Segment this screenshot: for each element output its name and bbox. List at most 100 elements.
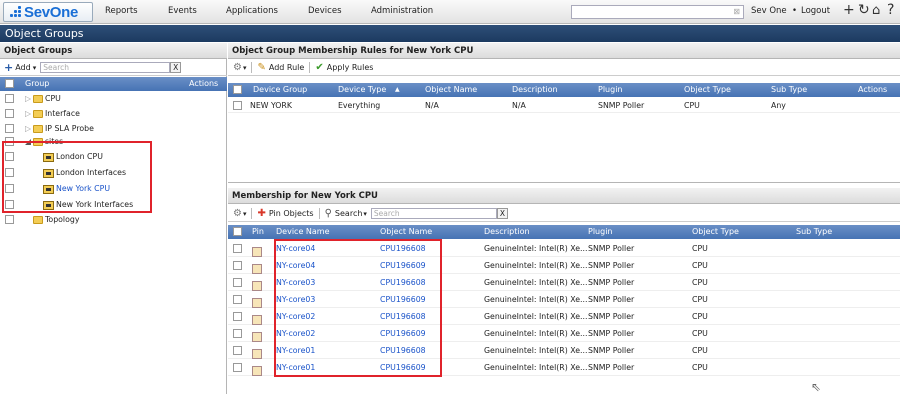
row-checkbox[interactable] [5, 109, 14, 118]
expand-icon[interactable]: ▷ [25, 106, 31, 121]
col-object-type[interactable]: Object Type [692, 225, 739, 239]
col-object-name[interactable]: Object Name [380, 225, 432, 239]
col-description[interactable]: Description [512, 83, 558, 97]
clear-button[interactable]: X [496, 208, 508, 219]
cell-description: GenuineIntel: Intel(R) Xe... [484, 312, 588, 321]
row-checkbox[interactable] [233, 261, 242, 270]
cell-object-type: CPU [692, 261, 708, 270]
add-rule-button[interactable]: Add Rule [269, 63, 304, 72]
col-actions: Actions [189, 79, 219, 88]
add-button[interactable]: Add [15, 63, 31, 72]
dropdown-arrow-icon[interactable]: ▾ [243, 210, 247, 218]
cell-description: GenuineIntel: Intel(R) Xe... [484, 295, 588, 304]
logo-text: SevOne [24, 3, 79, 21]
refresh-icon[interactable]: ↻ [858, 2, 870, 18]
select-all-checkbox[interactable] [233, 85, 242, 94]
help-icon[interactable]: ? [887, 2, 894, 18]
select-all-checkbox[interactable] [233, 227, 242, 236]
select-all-checkbox[interactable] [5, 79, 14, 88]
expand-icon[interactable]: ▷ [25, 121, 31, 136]
col-sub-type[interactable]: Sub Type [796, 225, 832, 239]
row-checkbox[interactable] [233, 329, 242, 338]
dropdown-arrow-icon[interactable]: ▾ [243, 64, 247, 72]
cell-object-type: CPU [692, 244, 708, 253]
row-checkbox[interactable] [233, 244, 242, 253]
checkmark-icon: ✔ [315, 62, 324, 73]
membership-panel-header: Membership for New York CPU [228, 188, 900, 204]
add-icon[interactable]: + [843, 2, 855, 18]
home-icon[interactable]: ⌂ [872, 3, 880, 18]
pin-objects-button[interactable]: Pin Objects [269, 209, 314, 218]
col-actions: Actions [858, 85, 888, 94]
sort-ascending-icon[interactable]: ▲ [395, 83, 400, 97]
rules-column-header: Device Group Device Type ▲ Object Name D… [228, 83, 900, 97]
logo-mark-icon [10, 6, 22, 18]
cell-object-name: N/A [425, 101, 439, 110]
group-search-input[interactable]: Search [40, 62, 171, 73]
global-search-input[interactable]: ⊠ [571, 5, 744, 19]
row-checkbox[interactable] [233, 363, 242, 372]
cell-plugin: SNMP Poller [588, 363, 635, 372]
membership-toolbar: ⚙ ▾ ✚ Pin Objects ⚲ Search ▾ Search X [228, 206, 900, 222]
nav-administration[interactable]: Administration [371, 6, 433, 16]
nav-applications[interactable]: Applications [226, 6, 278, 16]
row-checkbox[interactable] [5, 94, 14, 103]
row-checkbox[interactable] [233, 295, 242, 304]
rules-toolbar: ⚙ ▾ ✎ Add Rule ✔ Apply Rules [228, 60, 900, 76]
cell-description: GenuineIntel: Intel(R) Xe... [484, 278, 588, 287]
rule-row[interactable]: NEW YORK Everything N/A N/A SNMP Poller … [228, 98, 900, 113]
col-device-name[interactable]: Device Name [276, 225, 330, 239]
dropdown-arrow-icon[interactable]: ▾ [33, 64, 37, 72]
tree-item-topology[interactable]: Topology [0, 214, 227, 226]
row-checkbox[interactable] [233, 312, 242, 321]
gear-icon[interactable]: ⚙ [233, 62, 242, 73]
left-panel: Object Groups + Add ▾ Search X Group Act… [0, 43, 227, 394]
mouse-cursor-icon: ⇖ [811, 380, 822, 394]
expand-icon[interactable]: ▷ [25, 91, 31, 106]
clear-button[interactable]: X [170, 62, 182, 73]
col-object-name[interactable]: Object Name [425, 83, 477, 97]
logout-link[interactable]: Logout [801, 6, 830, 16]
cell-plugin: SNMP Poller [588, 278, 635, 287]
user-name[interactable]: Sev One [751, 6, 787, 16]
cell-description: GenuineIntel: Intel(R) Xe... [484, 261, 588, 270]
clear-search-icon[interactable]: ⊠ [733, 7, 740, 16]
col-description[interactable]: Description [484, 225, 530, 239]
row-checkbox[interactable] [233, 278, 242, 287]
col-object-type[interactable]: Object Type [684, 83, 731, 97]
tree-item-interface[interactable]: ▷ Interface [0, 106, 227, 121]
row-checkbox[interactable] [233, 101, 242, 110]
apply-rules-button[interactable]: Apply Rules [327, 63, 374, 72]
folder-icon [33, 110, 43, 118]
col-pin[interactable]: Pin [252, 225, 264, 239]
gear-icon[interactable]: ⚙ [233, 208, 242, 219]
highlight-box-sites [2, 141, 152, 213]
user-separator: • [792, 6, 798, 16]
membership-column-header: Pin Device Name Object Name Description … [228, 225, 900, 239]
col-group[interactable]: Group [25, 77, 49, 91]
membership-search-input[interactable]: Search [370, 208, 497, 219]
sevone-logo[interactable]: SevOne [3, 2, 93, 22]
nav-devices[interactable]: Devices [308, 6, 342, 16]
col-plugin[interactable]: Plugin [588, 225, 613, 239]
col-plugin[interactable]: Plugin [598, 83, 623, 97]
nav-events[interactable]: Events [168, 6, 197, 16]
col-sub-type[interactable]: Sub Type [771, 83, 807, 97]
tree-item-ip-sla-probe[interactable]: ▷ IP SLA Probe [0, 121, 227, 136]
row-checkbox[interactable] [5, 215, 14, 224]
search-menu-button[interactable]: Search [335, 209, 362, 218]
nav-reports[interactable]: Reports [105, 6, 138, 16]
cell-description: GenuineIntel: Intel(R) Xe... [484, 244, 588, 253]
cell-plugin: SNMP Poller [588, 312, 635, 321]
row-checkbox[interactable] [5, 124, 14, 133]
row-checkbox[interactable] [233, 346, 242, 355]
tree-label: IP SLA Probe [45, 124, 94, 133]
page-title: Object Groups [0, 25, 900, 42]
tree-item-cpu[interactable]: ▷ CPU [0, 91, 227, 106]
tree-label: Interface [45, 109, 80, 118]
col-device-group[interactable]: Device Group [253, 83, 307, 97]
edit-pin-icon[interactable] [252, 362, 262, 379]
col-device-type[interactable]: Device Type [338, 83, 386, 97]
dropdown-arrow-icon[interactable]: ▾ [363, 210, 367, 218]
cell-description: GenuineIntel: Intel(R) Xe... [484, 363, 588, 372]
